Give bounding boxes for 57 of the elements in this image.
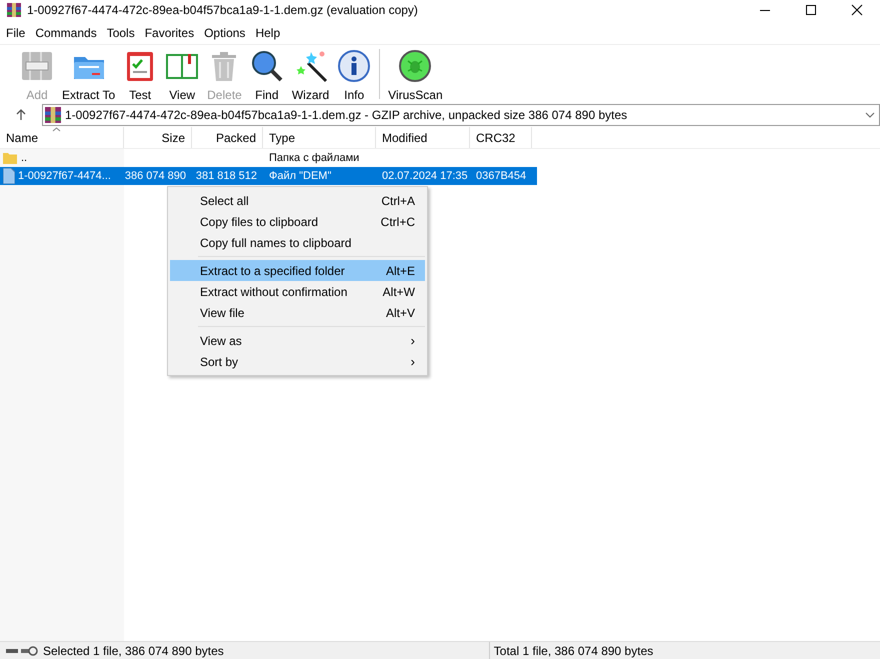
toolbar-button[interactable]: VirusScan — [384, 49, 447, 104]
table-cell-text: 02.07.2024 17:35 — [382, 168, 468, 184]
archive-icon — [7, 3, 21, 17]
menu-item[interactable]: Help — [250, 24, 286, 42]
menu-item[interactable]: Options — [199, 24, 250, 42]
drive-key-icon — [6, 646, 38, 656]
table-cell-text: 1-00927f67-4474... — [18, 168, 111, 184]
status-text: Total 1 file, 386 074 890 bytes — [494, 642, 654, 659]
menu-item[interactable]: Copy files to clipboard Ctrl+C — [170, 211, 425, 232]
menu-item[interactable]: View file Alt+V — [170, 302, 425, 323]
menu-item[interactable]: Extract without confirmation Alt+W — [170, 281, 425, 302]
menu-item[interactable]: Select all Ctrl+A — [170, 190, 425, 211]
toolbar-button[interactable]: Info — [333, 49, 376, 104]
magnifier-icon — [250, 49, 284, 83]
shortcut-label: Alt+W — [382, 284, 415, 300]
column-header[interactable]: Modified — [376, 127, 470, 148]
status-text: Selected 1 file, 386 074 890 bytes — [43, 642, 224, 659]
shortcut-label: Ctrl+A — [381, 192, 415, 210]
column-header[interactable]: CRC32 — [470, 127, 532, 148]
table-cell-text: 0367B454 — [476, 168, 526, 184]
address-field[interactable]: 1-00927f67-4474-472c-89ea-b04f57bca1a9-1-1.dem.gz - GZIP archive, unpacked size 386 074 890 bytes — [42, 104, 880, 126]
column-header[interactable]: Packed — [192, 127, 263, 148]
toolbar-button[interactable]: Wizard — [288, 49, 334, 104]
bug-shield-icon — [398, 49, 432, 83]
menu-item[interactable]: Copy full names to clipboard — [170, 232, 425, 253]
table-cell-text: Папка с файлами — [269, 150, 360, 166]
column-header[interactable]: Size — [124, 127, 192, 148]
submenu-arrow: › — [410, 352, 415, 371]
menu-item[interactable]: Favorites — [140, 24, 200, 42]
file-row[interactable]: 1-00927f67-4474... 386 074 890 381 818 512 Файл "DEM" 02.07.2024 17:35 0367B454 — [0, 167, 537, 185]
shortcut-label: Alt+E — [386, 262, 415, 280]
table-cell-text: Файл "DEM" — [269, 168, 332, 184]
archive-icon — [45, 107, 61, 123]
toolbar-button[interactable]: Find — [246, 49, 288, 104]
menu-item[interactable]: Tools — [102, 24, 140, 42]
toolbar-button[interactable]: View — [161, 49, 204, 104]
menu-item[interactable]: Commands — [30, 24, 102, 42]
column-header[interactable]: Type — [263, 127, 376, 148]
menu-item[interactable]: Extract to a specified folder Alt+E — [170, 260, 425, 281]
submenu-arrow: › — [410, 332, 415, 350]
shortcut-label: Alt+V — [386, 304, 415, 322]
info-icon — [337, 49, 372, 83]
window-title: 1-00927f67-4474-472c-89ea-b04f57bca1a9-1-1.dem.gz (evaluation copy) — [27, 2, 418, 19]
shortcut-label: Ctrl+C — [380, 214, 415, 230]
file-icon — [3, 168, 15, 184]
archive-books-icon — [20, 49, 54, 83]
toolbar-button[interactable]: Extract To — [58, 49, 120, 104]
file-row[interactable]: .. Папка с файлами — [0, 149, 880, 167]
menu-item[interactable]: View as › — [170, 330, 425, 351]
up-arrow-icon[interactable] — [15, 109, 27, 121]
menu-item[interactable]: File — [1, 24, 30, 42]
table-cell-text: 386 074 890 — [124, 168, 186, 184]
column-header[interactable]: Name — [0, 127, 124, 148]
menu-item[interactable]: Sort by › — [170, 351, 425, 372]
toolbar-button[interactable]: Test — [119, 49, 162, 104]
table-cell-text: 381 818 512 — [196, 168, 257, 184]
table-cell-text: .. — [21, 150, 28, 166]
